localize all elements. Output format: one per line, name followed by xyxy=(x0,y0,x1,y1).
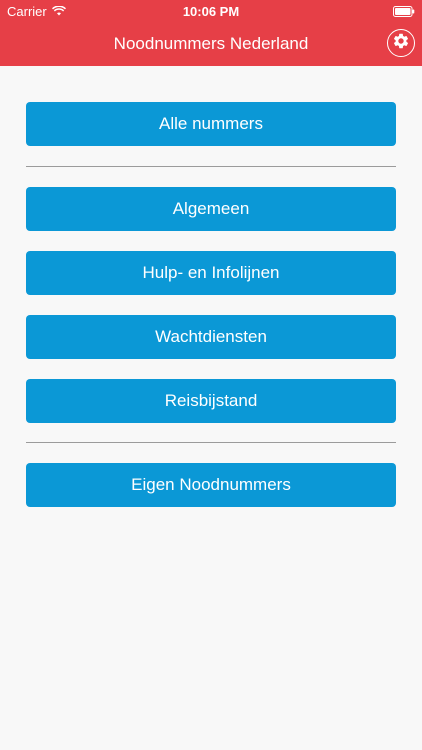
own-numbers-button[interactable]: Eigen Noodnummers xyxy=(26,463,396,507)
divider xyxy=(26,442,396,443)
category-wachtdiensten-button[interactable]: Wachtdiensten xyxy=(26,315,396,359)
category-algemeen-button[interactable]: Algemeen xyxy=(26,187,396,231)
status-time: 10:06 PM xyxy=(182,4,240,19)
page-title: Noodnummers Nederland xyxy=(113,34,309,53)
battery-icon xyxy=(393,5,415,17)
divider xyxy=(26,166,396,167)
category-hulp-infolijnen-button[interactable]: Hulp- en Infolijnen xyxy=(26,251,396,295)
status-bar: Carrier 10:06 PM xyxy=(0,0,422,22)
settings-button[interactable] xyxy=(387,29,415,57)
all-numbers-button[interactable]: Alle nummers xyxy=(26,102,396,146)
gear-icon xyxy=(392,32,410,55)
category-reisbijstand-button[interactable]: Reisbijstand xyxy=(26,379,396,423)
app-header: Carrier 10:06 PM Noodnummers Nederland xyxy=(0,0,422,66)
